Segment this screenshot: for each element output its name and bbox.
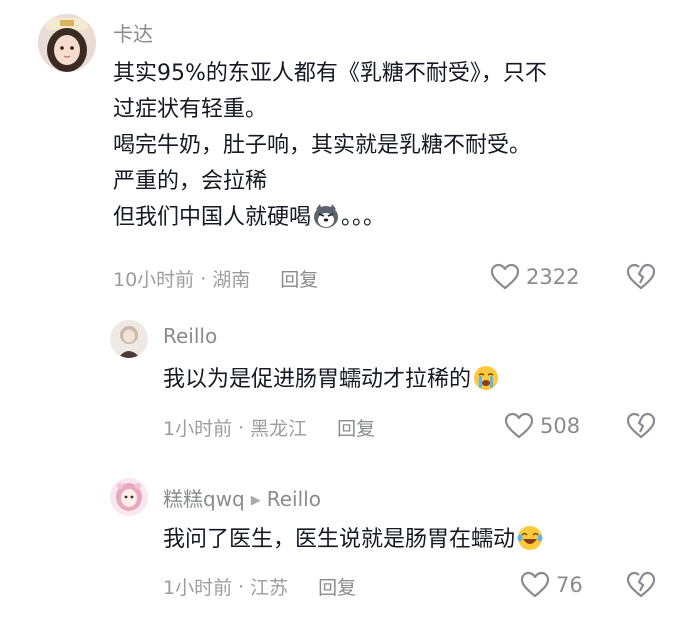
separator: · xyxy=(200,267,207,290)
comment-line: 其实95%的东亚人都有《乳糖不耐受》，只不 xyxy=(113,61,547,86)
avatar[interactable] xyxy=(38,14,96,72)
comment-text: 我以为是促进肠胃蠕动才拉稀的 xyxy=(163,362,663,398)
heart-icon xyxy=(520,571,550,598)
broken-heart-icon xyxy=(626,263,656,290)
comment-author[interactable]: 卡达 xyxy=(113,18,153,47)
heart-icon xyxy=(504,412,534,439)
comment-text: 其实95%的东亚人都有《乳糖不耐受》，只不 过症状有轻重。 喝完牛奶，肚子响，其… xyxy=(113,56,673,236)
reply-button[interactable]: 回复 xyxy=(337,414,375,441)
avatar[interactable] xyxy=(110,320,148,358)
comment-meta: 1小时前 · 黑龙江 回复 xyxy=(163,414,375,441)
separator: · xyxy=(238,575,245,598)
reply-button[interactable]: 回复 xyxy=(318,573,356,600)
location: 湖南 xyxy=(212,269,251,291)
dislike-button[interactable] xyxy=(626,571,656,601)
crying-emoji xyxy=(473,365,499,391)
comment-line: 但我们中国人就硬喝 xyxy=(113,205,312,230)
location: 江苏 xyxy=(250,577,289,599)
avatar[interactable] xyxy=(110,478,148,516)
comment-line: 过症状有轻重。 xyxy=(113,97,268,122)
like-button[interactable]: 508 xyxy=(504,412,580,440)
reply-header: 糕糕qwq ▶ Reillo xyxy=(163,483,321,512)
like-button[interactable]: 2322 xyxy=(490,263,579,291)
heart-icon xyxy=(490,263,520,290)
like-button[interactable]: 76 xyxy=(520,571,583,599)
separator: · xyxy=(238,416,245,439)
location: 黑龙江 xyxy=(250,418,308,440)
laugh-cry-emoji xyxy=(517,525,543,551)
comment-line: 严重的，会拉稀 xyxy=(113,169,268,194)
like-count: 76 xyxy=(556,573,583,597)
husky-emoji xyxy=(313,203,339,229)
comment-line-last: 但我们中国人就硬喝 。。。 xyxy=(113,200,673,236)
timestamp: 1小时前 xyxy=(163,418,233,440)
like-count: 2322 xyxy=(526,265,580,289)
broken-heart-icon xyxy=(626,412,656,439)
comment-text: 我问了医生，医生说就是肠胃在蠕动 xyxy=(163,522,663,558)
like-count: 508 xyxy=(540,414,581,438)
comment-line: 喝完牛奶，肚子响，其实就是乳糖不耐受。 xyxy=(113,133,532,158)
broken-heart-icon xyxy=(626,571,656,598)
dislike-button[interactable] xyxy=(626,412,656,442)
timestamp: 1小时前 xyxy=(163,577,233,599)
dislike-button[interactable] xyxy=(626,263,656,293)
timestamp: 10小时前 xyxy=(113,269,195,291)
reply-arrow-icon: ▶ xyxy=(250,493,261,508)
comment-meta: 1小时前 · 江苏 回复 xyxy=(163,573,356,600)
reply-button[interactable]: 回复 xyxy=(280,265,318,292)
comment-meta: 10小时前 · 湖南 回复 xyxy=(113,265,318,292)
comment-author[interactable]: 糕糕qwq xyxy=(163,487,245,511)
comment-author[interactable]: Reillo xyxy=(163,324,217,348)
trailing-dots: 。。。 xyxy=(341,205,386,230)
reply-to-user[interactable]: Reillo xyxy=(267,487,321,511)
